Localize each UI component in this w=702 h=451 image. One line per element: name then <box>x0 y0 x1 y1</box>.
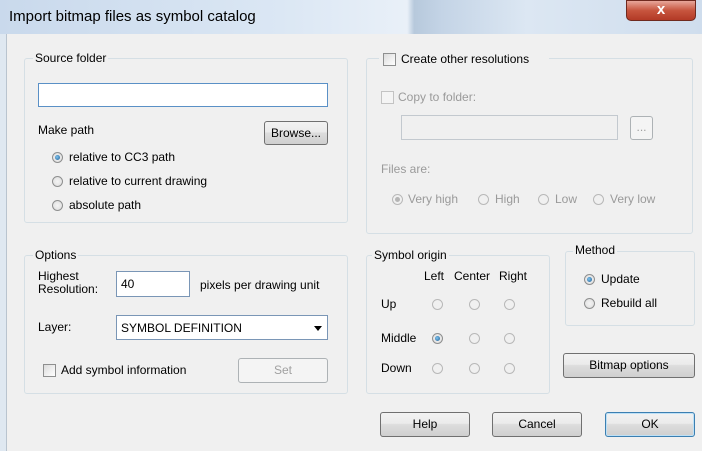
origin-down-left[interactable] <box>432 363 443 374</box>
radio-very-high[interactable] <box>392 194 403 205</box>
radio-absolute-path-label: absolute path <box>69 198 142 212</box>
close-icon: x <box>656 1 666 18</box>
row-down-label: Down <box>381 361 412 375</box>
origin-middle-left[interactable] <box>432 333 443 344</box>
radio-update[interactable] <box>584 274 595 285</box>
radio-absolute-path[interactable] <box>52 200 63 211</box>
highest-resolution-label: Highest Resolution: <box>38 270 98 296</box>
radio-high[interactable] <box>478 194 489 205</box>
radio-relative-cc3[interactable] <box>52 152 63 163</box>
browse-button[interactable]: Browse... <box>264 121 328 145</box>
radio-very-low-label: Very low <box>610 192 656 206</box>
create-resolutions-checkbox[interactable] <box>383 53 396 66</box>
origin-down-right[interactable] <box>504 363 515 374</box>
source-folder-label: Source folder <box>33 51 109 65</box>
radio-relative-drawing-label: relative to current drawing <box>69 174 208 188</box>
row-middle-label: Middle <box>381 331 417 345</box>
radio-rebuild-all-label: Rebuild all <box>601 296 658 310</box>
help-button[interactable]: Help <box>380 412 470 437</box>
set-button[interactable]: Set <box>238 358 328 383</box>
highest-label-line2: Resolution: <box>38 282 99 296</box>
origin-down-center[interactable] <box>469 363 480 374</box>
add-symbol-info-label: Add symbol information <box>61 363 187 377</box>
origin-middle-right[interactable] <box>504 333 515 344</box>
radio-low[interactable] <box>538 194 549 205</box>
copy-folder-input[interactable] <box>401 115 618 140</box>
method-group <box>565 251 695 326</box>
origin-up-left[interactable] <box>432 299 443 310</box>
window-title: Import bitmap files as symbol catalog <box>9 8 256 25</box>
radio-high-label: High <box>495 192 520 206</box>
chevron-down-icon <box>314 326 322 331</box>
copy-to-folder-label: Copy to folder: <box>398 90 477 104</box>
radio-relative-cc3-label: relative to CC3 path <box>69 150 176 164</box>
origin-middle-center[interactable] <box>469 333 480 344</box>
source-folder-input[interactable] <box>38 83 328 107</box>
ok-button[interactable]: OK <box>605 412 695 437</box>
copy-to-folder-checkbox[interactable] <box>381 91 394 104</box>
radio-relative-drawing[interactable] <box>52 176 63 187</box>
create-resolutions-label: Create other resolutions <box>401 52 530 66</box>
col-right-label: Right <box>499 269 528 283</box>
options-label: Options <box>33 248 79 262</box>
close-button[interactable]: x <box>626 0 696 21</box>
unit-label: pixels per drawing unit <box>200 278 320 292</box>
browse-folder-button[interactable]: ... <box>630 116 653 140</box>
origin-up-center[interactable] <box>469 299 480 310</box>
layer-select-value: SYMBOL DEFINITION <box>121 321 242 335</box>
origin-up-right[interactable] <box>504 299 515 310</box>
add-symbol-info-checkbox[interactable] <box>43 364 56 377</box>
method-label: Method <box>573 243 618 257</box>
bitmap-options-button[interactable]: Bitmap options <box>563 353 695 378</box>
radio-low-label: Low <box>555 192 578 206</box>
window-border <box>0 34 7 451</box>
resolution-input[interactable]: 40 <box>116 271 190 297</box>
layer-select[interactable]: SYMBOL DEFINITION <box>116 315 328 340</box>
col-center-label: Center <box>454 269 491 283</box>
col-left-label: Left <box>424 269 445 283</box>
symbol-origin-label: Symbol origin <box>372 248 449 262</box>
files-are-label: Files are: <box>381 162 431 176</box>
resolutions-group <box>366 58 693 234</box>
radio-very-high-label: Very high <box>408 192 459 206</box>
make-path-label: Make path <box>38 123 95 137</box>
radio-rebuild-all[interactable] <box>584 298 595 309</box>
cancel-button[interactable]: Cancel <box>492 412 582 437</box>
layer-label: Layer: <box>38 320 72 334</box>
radio-update-label: Update <box>601 272 640 286</box>
radio-very-low[interactable] <box>593 194 604 205</box>
row-up-label: Up <box>381 297 397 311</box>
